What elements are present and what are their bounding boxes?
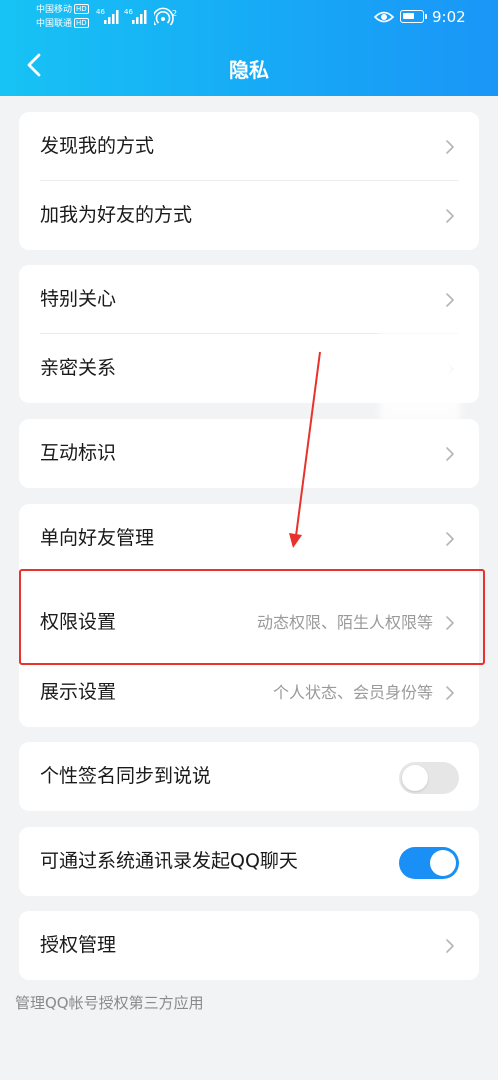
row-special-care[interactable]: 特别关心 (19, 265, 479, 334)
toggle-knob (402, 765, 428, 791)
header: 中国移动 HD 中国联通 HD 46 46 2 9:02 隐私 (0, 0, 498, 96)
page-title: 隐私 (229, 58, 269, 82)
row-label: 展示设置 (40, 681, 117, 703)
contacts-chat-toggle[interactable] (399, 847, 459, 879)
card-signature-sync: 个性签名同步到说说 (19, 742, 479, 811)
row-label: 单向好友管理 (40, 527, 155, 549)
card-management: 单向好友管理 权限设置 动态权限、陌生人权限等 展示设置 个人状态、会员身份等 (19, 504, 479, 727)
chevron-right-icon (446, 532, 454, 546)
signal-icon (104, 10, 119, 24)
row-label: 亲密关系 (40, 357, 117, 379)
hd-badge: HD (74, 4, 89, 14)
carrier-2-name: 中国联通 (36, 19, 73, 29)
hd-badge: HD (74, 18, 89, 28)
row-label: 发现我的方式 (40, 135, 155, 157)
row-label: 特别关心 (40, 288, 117, 310)
eye-icon (374, 11, 394, 23)
row-contacts-chat: 可通过系统通讯录发起QQ聊天 (19, 827, 479, 896)
hotspot-icon: 2 (154, 7, 177, 26)
carrier-1-name: 中国移动 (36, 5, 73, 15)
row-add-friend-method[interactable]: 加我为好友的方式 (19, 181, 479, 250)
card-discovery: 发现我的方式 加我为好友的方式 (19, 112, 479, 250)
status-bar: 中国移动 HD 中国联通 HD 46 46 2 9:02 (0, 0, 498, 34)
hotspot-count: 2 (172, 9, 177, 18)
clock: 9:02 (432, 8, 466, 26)
chevron-right-icon (446, 293, 454, 307)
row-one-way-friends[interactable]: 单向好友管理 (19, 504, 479, 573)
chevron-right-icon (446, 686, 454, 700)
row-label: 加我为好友的方式 (40, 204, 193, 226)
card-interaction: 互动标识 (19, 419, 479, 488)
signal-icon (132, 10, 147, 24)
battery-icon (400, 10, 427, 23)
chevron-right-icon (446, 939, 454, 953)
row-label: 可通过系统通讯录发起QQ聊天 (40, 850, 298, 872)
row-label: 个性签名同步到说说 (40, 765, 212, 787)
row-label: 授权管理 (40, 934, 117, 956)
card-authorization: 授权管理 (19, 911, 479, 980)
row-find-me[interactable]: 发现我的方式 (19, 112, 479, 181)
row-signature-sync: 个性签名同步到说说 (19, 742, 479, 811)
row-authorization-management[interactable]: 授权管理 (19, 911, 479, 980)
carrier-2: 中国联通 HD (36, 18, 89, 30)
row-interaction-badge[interactable]: 互动标识 (19, 419, 479, 488)
footnote: 管理QQ帐号授权第三方应用 (15, 994, 204, 1012)
chevron-right-icon (446, 209, 454, 223)
row-display-settings[interactable]: 展示设置 个人状态、会员身份等 (19, 658, 479, 727)
nav-bar: 隐私 (0, 34, 498, 96)
row-label: 互动标识 (40, 442, 117, 464)
chevron-right-icon (446, 616, 454, 630)
row-label: 权限设置 (40, 611, 117, 633)
redaction-blur (380, 330, 460, 420)
toggle-knob (430, 850, 456, 876)
card-contacts-chat: 可通过系统通讯录发起QQ聊天 (19, 827, 479, 896)
row-value: 个人状态、会员身份等 (272, 683, 433, 702)
row-permission-settings[interactable]: 权限设置 动态权限、陌生人权限等 (19, 588, 479, 657)
row-value: 动态权限、陌生人权限等 (256, 613, 433, 632)
chevron-right-icon (446, 140, 454, 154)
signature-sync-toggle[interactable] (399, 762, 459, 794)
chevron-right-icon (446, 447, 454, 461)
carrier-1: 中国移动 HD (36, 4, 89, 16)
